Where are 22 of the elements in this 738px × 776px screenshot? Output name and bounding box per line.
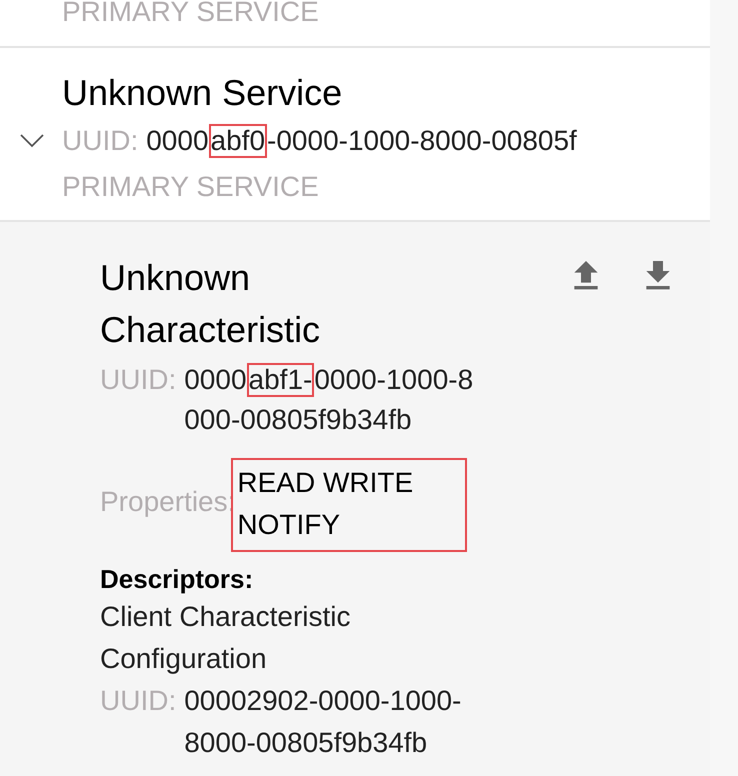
uuid-label: UUID: [100, 684, 176, 718]
uuid-label: UUID: [100, 363, 176, 397]
highlighted-uuid-part: abf1- [246, 363, 314, 397]
uuid-label: UUID: [62, 124, 138, 158]
characteristic-title: Unknown [100, 256, 252, 300]
descriptors-heading: Descriptors: [100, 563, 254, 596]
uuid-part: 0000 [184, 364, 247, 395]
service-type-label: PRIMARY SERVICE [62, 0, 319, 26]
uuid-part: 000-00805f9b34fb [184, 404, 412, 435]
service-title: Unknown Service [61, 72, 344, 114]
uuid-part: -0000-1000-8000-00805f [267, 125, 577, 156]
properties-value: READ WRITE NOTIFY [231, 458, 468, 552]
descriptor-name: Configuration [100, 642, 268, 676]
characteristic-title: Characteristic [100, 308, 322, 352]
service-type-label: PRIMARY SERVICE [61, 170, 320, 204]
highlighted-uuid-part: abf0 [208, 124, 268, 158]
uuid-part: 0000-1000-8 [314, 364, 474, 395]
descriptor-uuid: 8000-00805f9b34fb [184, 726, 428, 760]
descriptor-name: Client Characteristic [100, 600, 352, 634]
descriptor-uuid: 00002902-0000-1000- [184, 684, 462, 718]
uuid-part: 0000 [146, 125, 209, 156]
chevron-icon[interactable] [20, 134, 44, 148]
